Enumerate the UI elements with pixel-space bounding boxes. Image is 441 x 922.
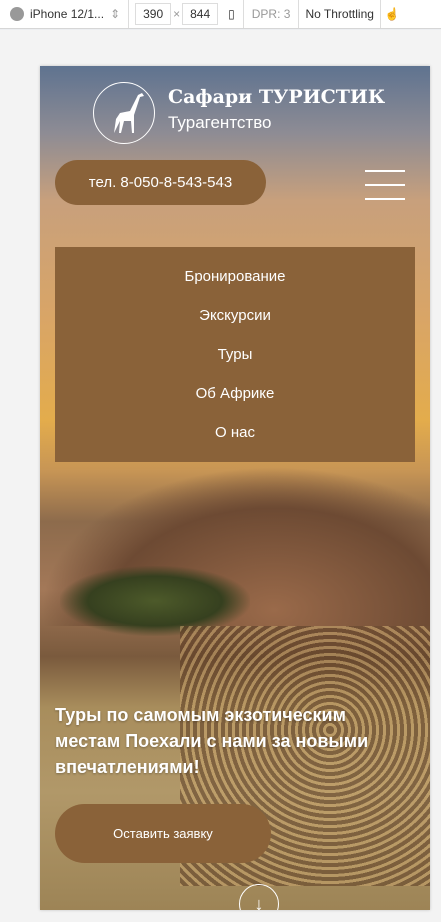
divider [128, 0, 130, 28]
phone-button[interactable]: тел. 8-050-8-543-543 [55, 160, 266, 205]
viewport: Сафари ТУРИСТИК Турагентство тел. 8-050-… [40, 66, 430, 910]
divider [298, 0, 300, 28]
menu-item-about-us[interactable]: О нас [55, 413, 415, 452]
nav-menu: Бронирование Экскурсии Туры Об Африке О … [55, 247, 415, 462]
scroll-down-icon[interactable]: ↓ [239, 884, 279, 910]
device-stage: Сафари ТУРИСТИК Турагентство тел. 8-050-… [0, 30, 441, 922]
brand-name[interactable]: Сафари ТУРИСТИК [168, 86, 385, 108]
chevron-icon: ⇕ [110, 7, 121, 21]
menu-item-excursions[interactable]: Экскурсии [55, 296, 415, 335]
height-input[interactable]: 844 [182, 3, 219, 25]
giraffe-logo-icon[interactable] [93, 82, 155, 144]
dpr-select[interactable]: DPR: 3 [252, 7, 291, 21]
divider [379, 0, 381, 28]
times-sign: × [173, 7, 181, 21]
rotate-icon[interactable]: ▯ [228, 7, 235, 21]
throttling-select[interactable]: No Throttling [305, 7, 373, 21]
hamburger-menu-icon[interactable] [365, 170, 405, 200]
devtools-toolbar: iPhone 12/1... ⇕ 390 × 844 ▯ DPR: 3 No Th… [0, 0, 441, 29]
hero-text: Туры по самомым экзотическим местам Поех… [55, 705, 369, 777]
menu-item-tours[interactable]: Туры [55, 335, 415, 374]
width-input[interactable]: 390 [135, 3, 172, 25]
touch-icon[interactable]: ☝ [385, 7, 400, 21]
device-select[interactable]: iPhone 12/1... [30, 7, 104, 21]
request-button[interactable]: Оставить заявку [55, 804, 271, 863]
menu-item-about-africa[interactable]: Об Африке [55, 374, 415, 413]
brand-subtitle: Турагентство [168, 113, 272, 132]
menu-item-booking[interactable]: Бронирование [55, 257, 415, 296]
device-icon [10, 7, 24, 21]
divider [242, 0, 244, 28]
